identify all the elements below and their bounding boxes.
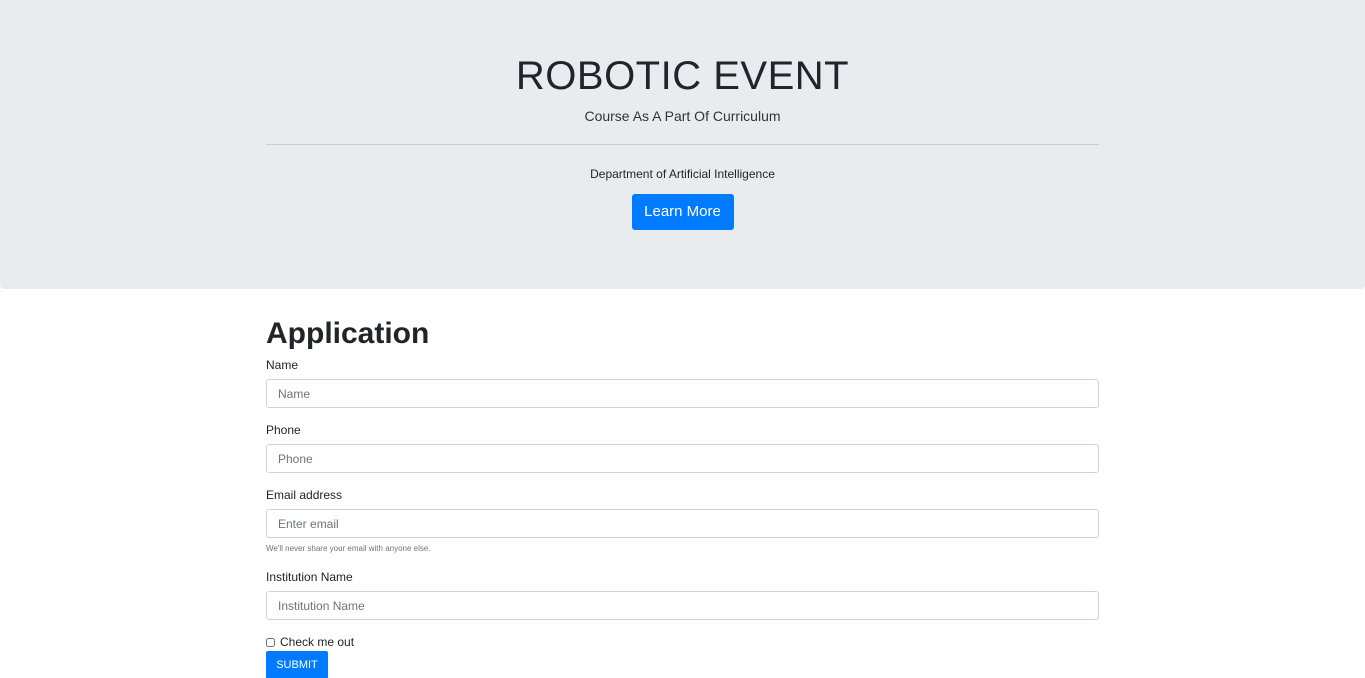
institution-label: Institution Name [266,570,353,584]
check-me-out-checkbox[interactable] [266,637,275,647]
phone-label: Phone [266,423,301,437]
learn-more-button[interactable]: Learn More [631,194,734,230]
phone-input[interactable] [266,444,1099,473]
name-input[interactable] [266,379,1099,408]
email-input[interactable] [266,509,1099,538]
department-text: Department of Artificial Intelligence [590,167,775,181]
jumbotron-content: ROBOTIC EVENT Course As A Part Of Curric… [266,52,1099,230]
check-me-out-label: Check me out [280,635,355,649]
event-title: ROBOTIC EVENT [515,54,850,98]
form-title: Application [266,317,430,350]
name-label: Name [266,358,299,372]
email-help-text: We'll never share your email with anyone… [266,544,431,553]
check-me-out-row: Check me out [266,635,354,649]
hero-divider [266,144,1099,145]
email-label: Email address [266,488,343,502]
submit-button[interactable]: SUBMIT [266,651,328,678]
event-subtitle: Course As A Part Of Curriculum [584,108,781,124]
jumbotron: ROBOTIC EVENT Course As A Part Of Curric… [0,0,1365,289]
institution-input[interactable] [266,591,1099,620]
